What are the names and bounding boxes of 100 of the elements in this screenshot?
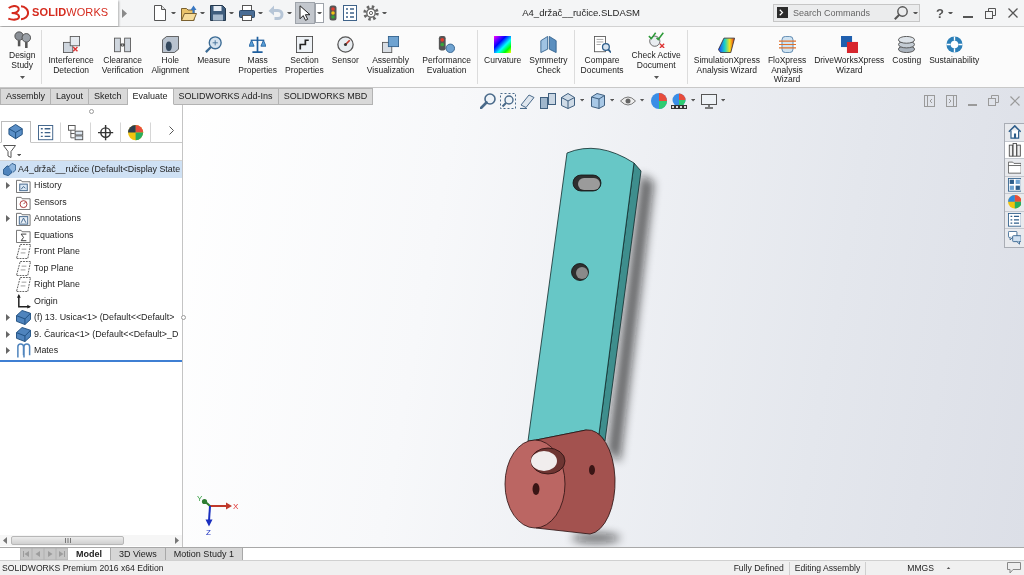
minimize-icon[interactable] <box>963 15 973 18</box>
speech-bubble-icon[interactable] <box>1007 562 1021 574</box>
scroll-right-arrow-icon[interactable] <box>175 537 179 544</box>
caret-icon[interactable] <box>229 11 235 15</box>
cube-icon[interactable] <box>560 92 577 109</box>
restore-icon[interactable] <box>985 7 996 19</box>
ribbon-button[interactable]: Costing <box>888 30 926 84</box>
caret-icon[interactable] <box>580 99 585 102</box>
caret-icon[interactable] <box>947 11 953 15</box>
tree-item[interactable]: Annotations <box>0 210 182 227</box>
horizontal-scrollbar[interactable] <box>0 535 182 546</box>
tree-item[interactable]: Mates <box>0 342 182 359</box>
caret-icon[interactable] <box>315 2 325 24</box>
tree-item[interactable]: Right Plane <box>0 276 182 293</box>
ribbon-button[interactable]: Hole Alignment <box>147 30 194 84</box>
zoom-area-icon[interactable] <box>500 92 517 109</box>
caret-icon[interactable] <box>382 11 388 15</box>
lever-arm-part[interactable] <box>527 147 642 442</box>
save-button[interactable] <box>208 3 229 23</box>
close-icon[interactable] <box>1008 8 1018 18</box>
terminal-icon[interactable] <box>777 7 789 19</box>
search-field[interactable]: Search Commands <box>793 7 890 19</box>
tree-item[interactable]: Equations <box>0 227 182 244</box>
command-tab[interactable]: SOLIDWORKS Add-Ins <box>173 88 279 105</box>
ribbon-button[interactable]: Performance Evaluation <box>418 30 475 84</box>
shaded-box-icon[interactable] <box>590 92 607 109</box>
caret-icon[interactable] <box>171 11 177 15</box>
caret-icon[interactable] <box>913 11 919 15</box>
tree-item[interactable]: 9. Čaurica<1> (Default<<Default>_D <box>0 326 182 343</box>
task-pane-tab[interactable] <box>1005 124 1024 142</box>
ribbon-button[interactable]: FloXpress Analysis Wizard <box>763 30 811 84</box>
panel-tab[interactable] <box>1 121 31 143</box>
tree-item[interactable]: History <box>0 177 182 194</box>
select-button[interactable] <box>295 2 316 24</box>
rebuild-button[interactable] <box>327 3 340 23</box>
pencil-icon[interactable] <box>520 92 537 109</box>
chevron-right-icon[interactable] <box>169 125 174 135</box>
expand-arrow-icon[interactable] <box>6 314 10 322</box>
ribbon-button[interactable]: Sensor <box>327 30 363 84</box>
scene-sphere-icon[interactable] <box>670 92 687 109</box>
search-icon[interactable] <box>894 6 909 20</box>
ribbon-button[interactable]: Design Study <box>5 30 40 84</box>
menu-arrow-icon[interactable] <box>122 8 127 18</box>
caret-icon[interactable] <box>720 99 725 102</box>
grip-dot-icon[interactable] <box>181 315 186 320</box>
monitor-icon[interactable] <box>700 92 717 109</box>
view-tab[interactable]: 3D Views <box>111 548 166 560</box>
ribbon-button[interactable]: Symmetry Check <box>525 30 572 84</box>
task-pane-tab[interactable] <box>1005 159 1024 177</box>
unit-system-button[interactable]: MMGS <box>907 562 934 574</box>
task-pane-tab[interactable] <box>1005 229 1024 247</box>
caret-icon[interactable] <box>690 99 695 102</box>
logo-block[interactable]: SOLIDWORKS <box>0 0 118 26</box>
command-tab[interactable]: Layout <box>51 88 90 105</box>
ribbon-button[interactable]: Measure <box>193 30 235 84</box>
ribbon-button[interactable]: Compare Documents <box>576 30 628 84</box>
ribbon-button[interactable]: DriveWorksXpress Wizard <box>810 30 889 84</box>
magnifier-icon[interactable] <box>480 92 497 109</box>
ribbon-button[interactable]: Sustainability <box>925 30 984 84</box>
ribbon-button[interactable]: Assembly Visualization <box>362 30 419 84</box>
ribbon-button[interactable]: Section Properties <box>281 30 328 84</box>
expand-arrow-icon[interactable] <box>6 330 10 338</box>
color-sphere-icon[interactable] <box>650 92 667 109</box>
options-button[interactable] <box>361 3 382 23</box>
ribbon-button[interactable]: Curvature <box>480 30 526 84</box>
filter-icon[interactable] <box>3 145 16 158</box>
eye-icon[interactable] <box>620 95 637 106</box>
command-tab[interactable]: SOLIDWORKS MBD <box>278 88 374 105</box>
command-tab[interactable]: Assembly <box>0 88 51 105</box>
tree-item[interactable]: Top Plane <box>0 260 182 277</box>
open-button[interactable] <box>179 3 200 23</box>
expand-arrow-icon[interactable] <box>6 182 10 190</box>
expand-arrow-icon[interactable] <box>6 215 10 223</box>
tree-item[interactable]: A4_držač__ručice (Default<Display State <box>0 161 182 178</box>
ribbon-button[interactable]: Mass Properties <box>234 30 282 84</box>
ribbon-button[interactable]: Clearance Verification <box>97 30 148 84</box>
caret-up-icon[interactable] <box>945 566 951 570</box>
bushing-part[interactable] <box>504 429 616 535</box>
task-pane-tab[interactable] <box>1005 194 1024 212</box>
tree-item[interactable]: Front Plane <box>0 243 182 260</box>
ribbon-button[interactable]: Check Active Document <box>627 30 685 84</box>
caret-icon[interactable] <box>258 11 264 15</box>
ribbon-button[interactable]: SimulationXpress Analysis Wizard <box>689 30 764 84</box>
scroll-left-arrow-icon[interactable] <box>3 537 7 544</box>
print-button[interactable] <box>237 3 258 23</box>
command-tab[interactable]: Evaluate <box>127 88 174 105</box>
tree-item[interactable]: Sensors <box>0 194 182 211</box>
ribbon-button[interactable]: Interference Detection <box>44 30 98 84</box>
caret-icon[interactable] <box>17 153 22 156</box>
expand-arrow-icon[interactable] <box>6 347 10 355</box>
caret-icon[interactable] <box>610 99 615 102</box>
tree-item[interactable]: (f) 13. Usica<1> (Default<<Default> <box>0 309 182 326</box>
caret-icon[interactable] <box>640 99 645 102</box>
help-button[interactable]: ? <box>936 6 944 20</box>
command-tab[interactable]: Sketch <box>89 88 128 105</box>
scrollbar-thumb[interactable] <box>11 536 124 545</box>
caret-icon[interactable] <box>200 11 206 15</box>
grip-dot-icon[interactable] <box>88 109 94 114</box>
view-tab[interactable]: Motion Study 1 <box>165 548 243 560</box>
tree-item[interactable]: Origin <box>0 293 182 310</box>
